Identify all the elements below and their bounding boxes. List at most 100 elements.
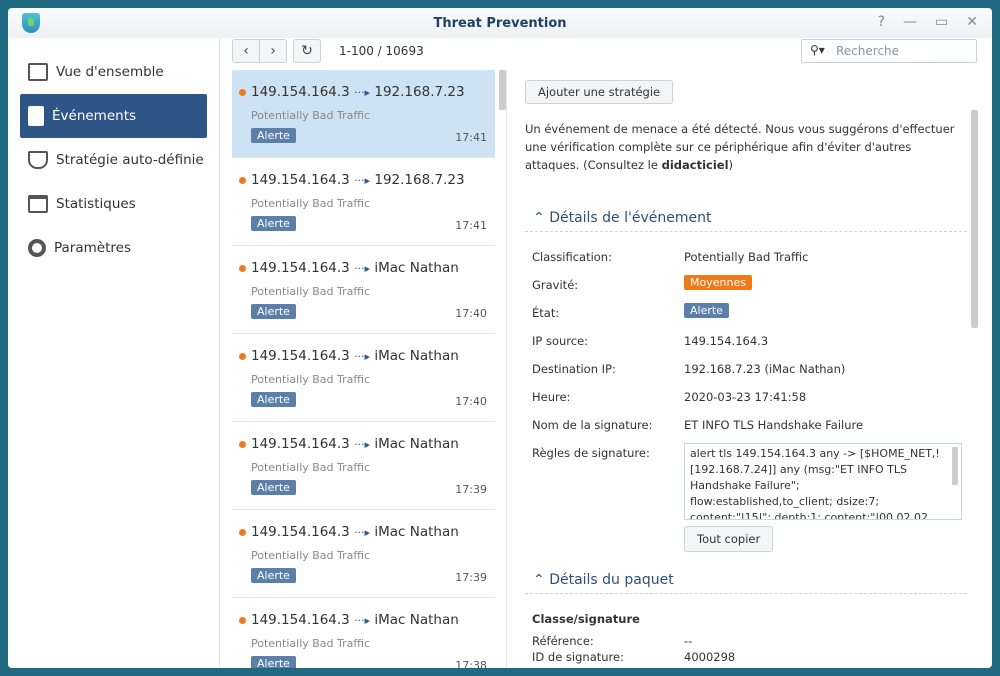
source-ip: 149.154.164.3 [251, 172, 350, 188]
event-list-item[interactable]: 149.154.164.3 ···▸ 192.168.7.23 Potentia… [232, 158, 495, 246]
event-route: 149.154.164.3 ···▸ 192.168.7.23 [251, 84, 465, 100]
sidebar-item-label: Statistiques [56, 196, 136, 212]
close-button[interactable]: ✕ [966, 14, 978, 30]
status-badge: Alerte [251, 568, 296, 583]
field-value: ET INFO TLS Handshake Failure [684, 418, 864, 432]
field-label: IP source: [532, 334, 589, 348]
event-list-item[interactable]: 149.154.164.3 ···▸ iMac Nathan Potential… [232, 422, 495, 510]
event-list-item[interactable]: 149.154.164.3 ···▸ iMac Nathan Potential… [232, 334, 495, 422]
arrow-icon: ···▸ [354, 86, 371, 99]
event-list-item[interactable]: 149.154.164.3 ···▸ iMac Nathan Potential… [232, 246, 495, 334]
event-route: 149.154.164.3 ···▸ iMac Nathan [251, 260, 459, 276]
rules-text: alert tls 149.154.164.3 any -> [$HOME_NE… [690, 447, 940, 520]
event-type: Potentially Bad Traffic [251, 109, 371, 122]
severity-dot-icon [239, 265, 246, 272]
event-list: 149.154.164.3 ···▸ 192.168.7.23 Potentia… [232, 70, 496, 668]
add-strategy-button[interactable]: Ajouter une stratégie [525, 80, 674, 104]
destination: 192.168.7.23 [374, 84, 465, 100]
event-time: 17:39 [455, 571, 487, 584]
arrow-icon: ···▸ [354, 438, 371, 451]
next-page-button[interactable]: › [259, 39, 287, 63]
arrow-icon: ···▸ [354, 526, 371, 539]
search-input[interactable]: ⚲▾ Recherche [801, 39, 977, 63]
event-details-section[interactable]: ⌃ Détails de l'événement [525, 204, 967, 232]
status-badge: Alerte [251, 656, 296, 668]
source-ip: 149.154.164.3 [251, 260, 350, 276]
destination: 192.168.7.23 [374, 172, 465, 188]
status-badge: Alerte [251, 304, 296, 319]
event-list-item[interactable]: 149.154.164.3 ···▸ iMac Nathan Potential… [232, 598, 495, 668]
event-list-item[interactable]: 149.154.164.3 ···▸ iMac Nathan Potential… [232, 510, 495, 598]
event-route: 149.154.164.3 ···▸ iMac Nathan [251, 348, 459, 364]
app-window: Threat Prevention ? — ▭ ✕ Vue d'ensemble… [8, 8, 992, 668]
event-type: Potentially Bad Traffic [251, 637, 371, 650]
packet-details-section[interactable]: ⌃ Détails du paquet [525, 566, 967, 594]
field-value: -- [684, 634, 693, 648]
sidebar-item-statistics[interactable]: Statistiques [20, 182, 207, 226]
field-value: 2020-03-23 17:41:58 [684, 390, 807, 404]
refresh-button[interactable]: ↻ [293, 39, 321, 63]
search-icon: ⚲▾ [810, 43, 825, 57]
event-list-item[interactable]: 149.154.164.3 ···▸ 192.168.7.23 Potentia… [232, 70, 495, 158]
event-time: 17:41 [455, 131, 487, 144]
event-detail-panel: Ajouter une stratégie Un événement de me… [506, 70, 992, 668]
search-placeholder: Recherche [836, 44, 900, 58]
arrow-icon: ···▸ [354, 174, 371, 187]
minimize-button[interactable]: — [903, 14, 917, 30]
source-ip: 149.154.164.3 [251, 524, 350, 540]
sidebar-item-label: Stratégie auto-définie [56, 152, 204, 168]
event-route: 149.154.164.3 ···▸ iMac Nathan [251, 436, 459, 452]
status-badge: Alerte [251, 392, 296, 407]
overview-icon [28, 63, 48, 81]
event-type: Potentially Bad Traffic [251, 285, 371, 298]
severity-badge: Moyennes [684, 275, 752, 290]
field-value: 4000298 [684, 650, 736, 664]
field-value: Potentially Bad Traffic [684, 250, 809, 264]
status-badge: Alerte [251, 216, 296, 231]
intro-end: ) [728, 158, 734, 172]
field-label: ID de signature: [532, 650, 624, 664]
destination: iMac Nathan [374, 436, 459, 452]
source-ip: 149.154.164.3 [251, 436, 350, 452]
shield-icon [28, 151, 48, 169]
field-label: Heure: [532, 390, 571, 404]
sidebar-item-settings[interactable]: Paramètres [20, 226, 207, 270]
rules-scrollbar[interactable] [952, 447, 958, 485]
field-label: État: [532, 306, 560, 320]
help-button[interactable]: ? [878, 14, 885, 30]
severity-dot-icon [239, 353, 246, 360]
severity-dot-icon [239, 529, 246, 536]
destination: iMac Nathan [374, 524, 459, 540]
packet-subtitle: Classe/signature [532, 612, 640, 626]
destination: iMac Nathan [374, 348, 459, 364]
chevron-up-icon: ⌃ [533, 572, 550, 588]
copy-all-button[interactable]: Tout copier [684, 526, 774, 552]
severity-dot-icon [239, 89, 246, 96]
event-type: Potentially Bad Traffic [251, 461, 371, 474]
field-label: Règles de signature: [532, 446, 650, 460]
intro-text: Un événement de menace a été détecté. No… [525, 120, 960, 174]
window-title: Threat Prevention [433, 16, 567, 31]
signature-rules-textarea[interactable]: alert tls 149.154.164.3 any -> [$HOME_NE… [684, 443, 962, 520]
status-badge: Alerte [251, 128, 296, 143]
status-badge: Alerte [684, 303, 729, 318]
field-value: 192.168.7.23 (iMac Nathan) [684, 362, 846, 376]
previous-page-button[interactable]: ‹ [232, 39, 260, 63]
arrow-icon: ···▸ [354, 614, 371, 627]
status-badge: Alerte [251, 480, 296, 495]
event-time: 17:39 [455, 483, 487, 496]
sidebar-item-overview[interactable]: Vue d'ensemble [20, 50, 207, 94]
tutorial-link[interactable]: didacticiel [662, 158, 729, 172]
field-value: 149.154.164.3 [684, 334, 769, 348]
detail-scrollbar[interactable] [971, 110, 978, 328]
field-label: Gravité: [532, 278, 579, 292]
list-scrollbar[interactable] [499, 70, 506, 110]
title-bar: Threat Prevention ? — ▭ ✕ [8, 8, 992, 38]
chevron-up-icon: ⌃ [533, 210, 550, 226]
sidebar-item-label: Vue d'ensemble [56, 64, 164, 80]
event-time: 17:41 [455, 219, 487, 232]
sidebar-item-events[interactable]: Événements [20, 94, 207, 138]
sidebar-item-label: Paramètres [54, 240, 131, 256]
sidebar-item-custom-strategy[interactable]: Stratégie auto-définie [20, 138, 207, 182]
maximize-button[interactable]: ▭ [935, 14, 948, 30]
